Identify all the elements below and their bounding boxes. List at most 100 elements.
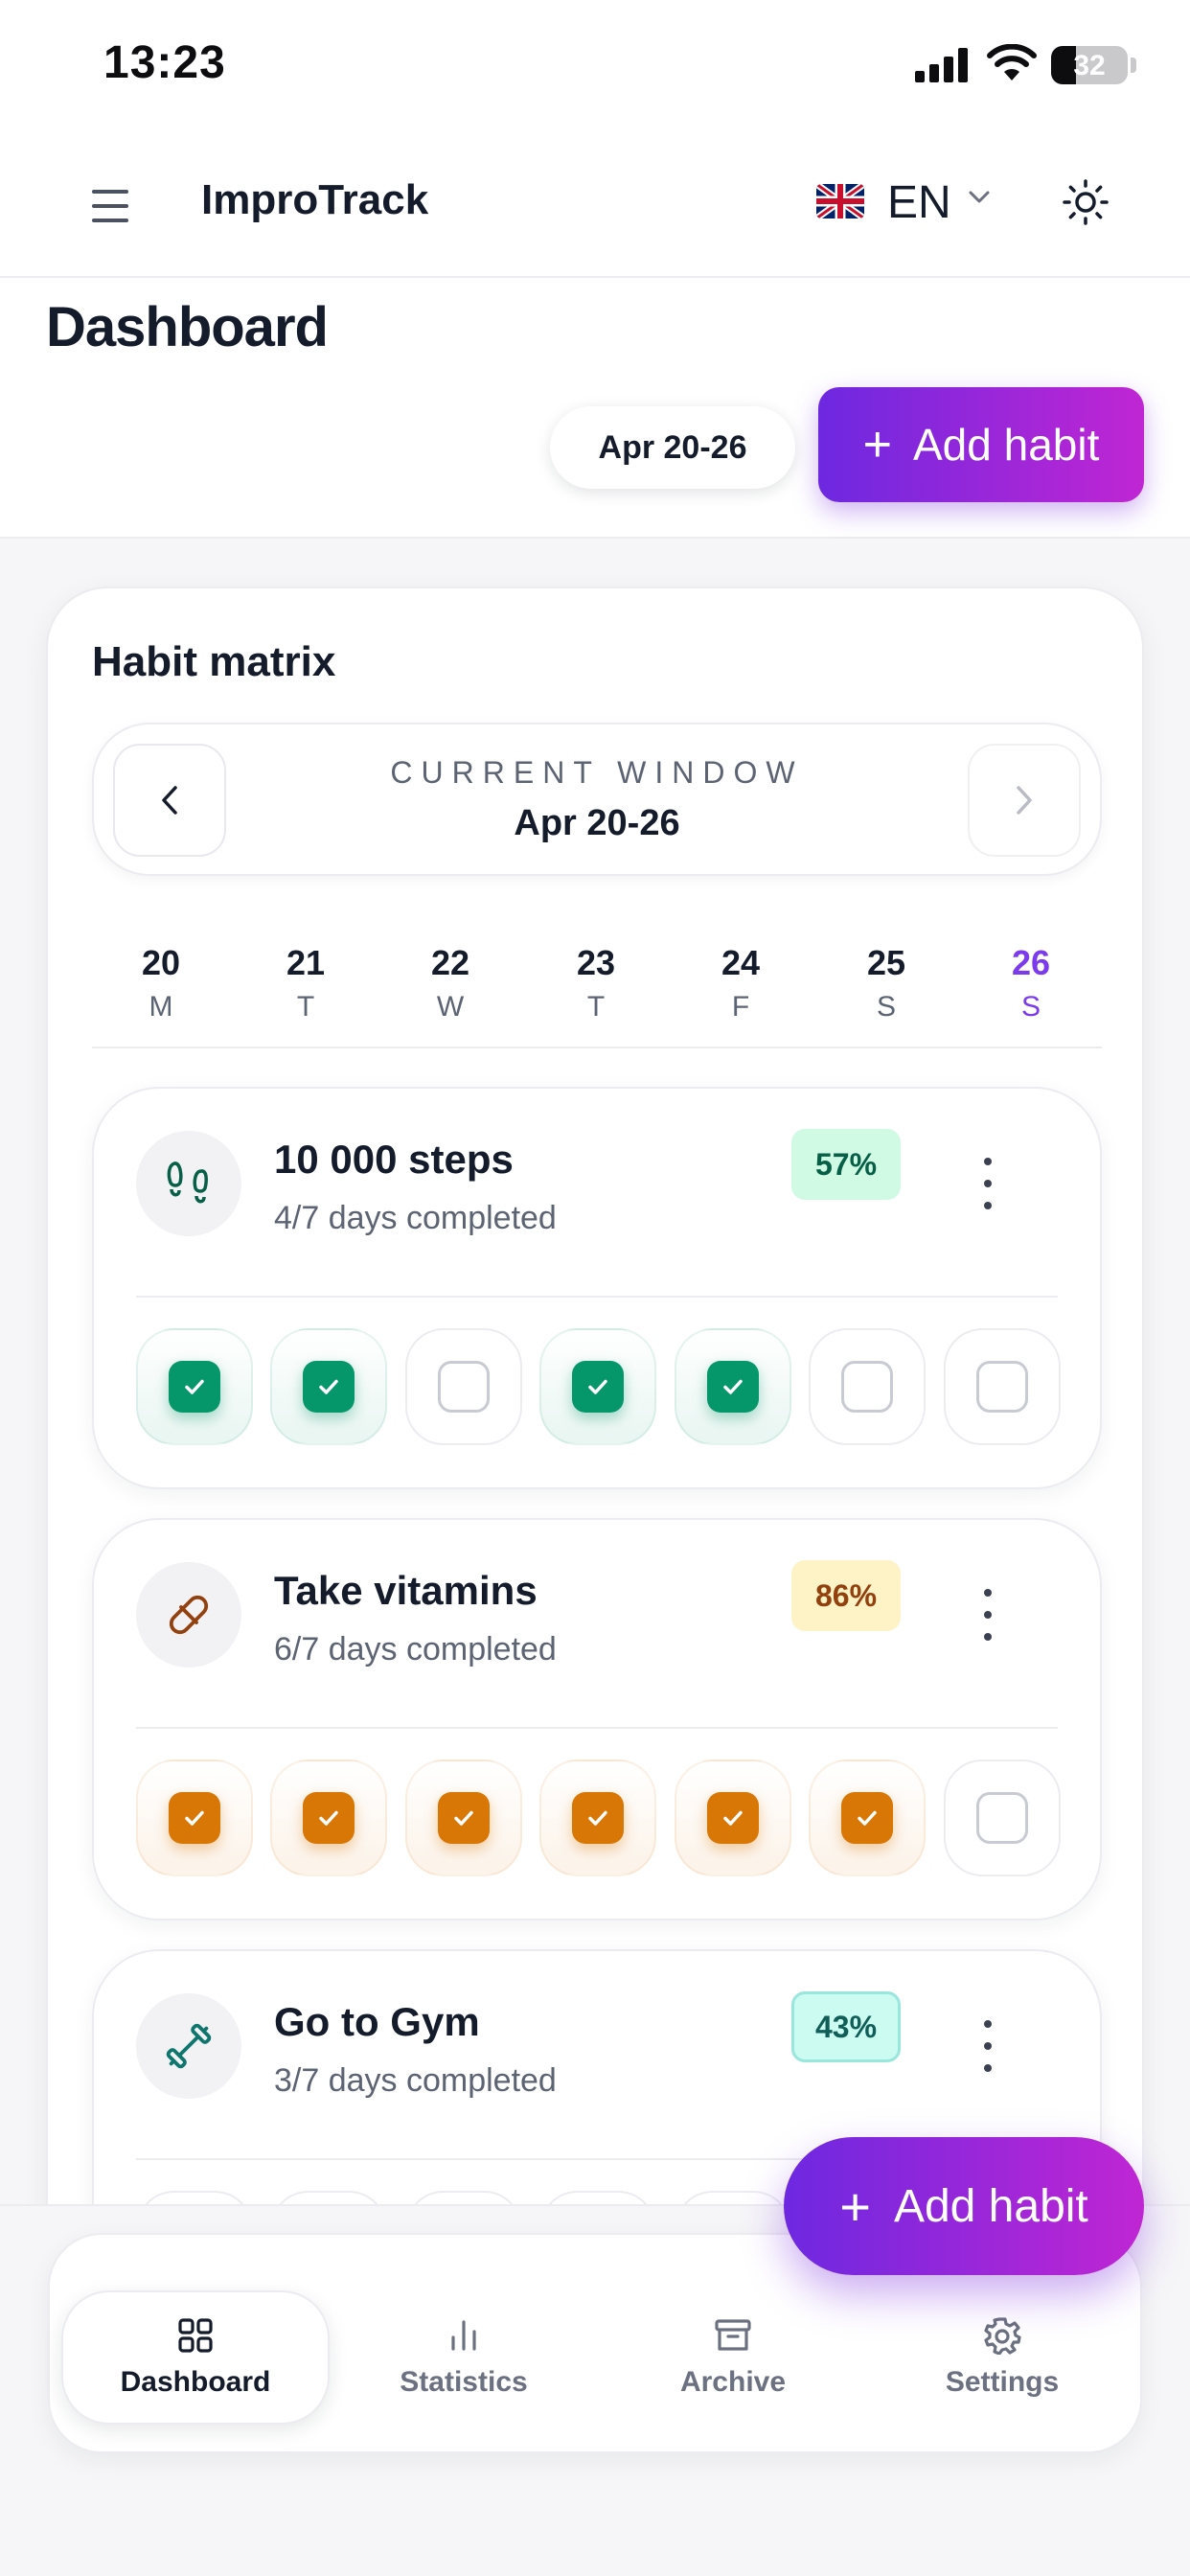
tab-archive[interactable]: Archive bbox=[599, 2290, 867, 2425]
date-range-chip[interactable]: Apr 20-26 bbox=[550, 406, 795, 489]
more-options-icon[interactable] bbox=[973, 2012, 1002, 2080]
empty-checkbox[interactable] bbox=[438, 1361, 490, 1413]
checked-checkbox[interactable] bbox=[303, 1792, 355, 1844]
checkmark-icon bbox=[185, 1810, 204, 1826]
battery-cap bbox=[1131, 58, 1136, 73]
footprints-icon bbox=[136, 1131, 241, 1236]
checkmark-icon bbox=[319, 1810, 338, 1826]
day-check-cell[interactable] bbox=[539, 1328, 656, 1445]
plus-icon: + bbox=[839, 2175, 871, 2237]
tab-settings[interactable]: Settings bbox=[868, 2290, 1136, 2425]
archive-icon bbox=[715, 2319, 751, 2351]
divider bbox=[136, 1727, 1058, 1729]
checkmark-icon bbox=[858, 1810, 877, 1826]
day-number: 22 bbox=[430, 943, 470, 982]
day-check-cell[interactable] bbox=[675, 1760, 791, 1876]
checked-checkbox[interactable] bbox=[169, 1792, 220, 1844]
day-column: 25 S bbox=[819, 943, 953, 1024]
day-check-cell[interactable] bbox=[405, 1760, 522, 1876]
day-check-cell[interactable] bbox=[136, 1760, 253, 1876]
more-options-icon[interactable] bbox=[973, 1150, 1002, 1217]
habit-progress: 3/7 days completed bbox=[274, 2062, 557, 2099]
add-habit-fab[interactable]: + Add habit bbox=[784, 2137, 1144, 2275]
day-check-cell[interactable] bbox=[809, 1760, 926, 1876]
uk-flag-icon[interactable] bbox=[816, 184, 864, 218]
habit-name: 10 000 steps bbox=[274, 1137, 514, 1182]
habit-progress: 6/7 days completed bbox=[274, 1631, 557, 1668]
day-check-cell[interactable] bbox=[944, 1328, 1061, 1445]
habit-percent-badge: 43% bbox=[791, 1991, 901, 2062]
day-number: 20 bbox=[141, 943, 181, 982]
day-check-cell[interactable] bbox=[270, 1328, 387, 1445]
language-selector[interactable]: EN bbox=[887, 176, 951, 229]
day-column: 23 T bbox=[529, 943, 663, 1024]
habit-card: 10 000 steps 4/7 days completed 57% bbox=[92, 1087, 1102, 1489]
grid-icon bbox=[178, 2318, 213, 2353]
day-number: 23 bbox=[576, 943, 616, 982]
habit-name: Take vitamins bbox=[274, 1568, 538, 1613]
day-weekday: W bbox=[436, 991, 465, 1023]
checked-checkbox[interactable] bbox=[707, 1361, 759, 1413]
day-number: 24 bbox=[721, 943, 761, 982]
day-check-cell[interactable] bbox=[405, 1328, 522, 1445]
tab-label: Dashboard bbox=[120, 2366, 271, 2398]
page-title: Dashboard bbox=[46, 296, 329, 358]
day-column: 22 W bbox=[383, 943, 517, 1024]
day-check-cell[interactable] bbox=[270, 1760, 387, 1876]
day-check-cell[interactable] bbox=[809, 1328, 926, 1445]
day-weekday: T bbox=[586, 991, 606, 1023]
window-navigator: CURRENT WINDOW Apr 20-26 bbox=[92, 723, 1102, 876]
next-week-button[interactable] bbox=[968, 744, 1081, 857]
day-number: 21 bbox=[286, 943, 326, 982]
day-weekday: F bbox=[731, 991, 750, 1023]
page-top: Dashboard Apr 20-26 + Add habit bbox=[0, 278, 1190, 539]
checked-checkbox[interactable] bbox=[438, 1792, 490, 1844]
empty-checkbox[interactable] bbox=[976, 1792, 1028, 1844]
more-options-icon[interactable] bbox=[973, 1581, 1002, 1648]
day-check-cell[interactable] bbox=[944, 1760, 1061, 1876]
day-check-cell[interactable] bbox=[539, 1760, 656, 1876]
checked-checkbox[interactable] bbox=[303, 1361, 355, 1413]
day-check-cell[interactable] bbox=[675, 1328, 791, 1445]
day-weekday: S bbox=[1020, 991, 1041, 1023]
habit-percent-badge: 86% bbox=[791, 1560, 901, 1631]
hamburger-menu-icon[interactable] bbox=[86, 184, 134, 228]
checkmark-icon bbox=[588, 1379, 607, 1394]
habit-matrix-card: Habit matrix CURRENT WINDOW Apr 20-26 20… bbox=[46, 586, 1144, 2312]
tab-statistics[interactable]: Statistics bbox=[330, 2290, 598, 2425]
checked-checkbox[interactable] bbox=[572, 1792, 624, 1844]
day-check-cell[interactable] bbox=[136, 1328, 253, 1445]
habit-name: Go to Gym bbox=[274, 1999, 480, 2044]
day-weekday: M bbox=[149, 991, 173, 1023]
checkmark-icon bbox=[723, 1810, 743, 1826]
status-bar: 13:23 32 bbox=[0, 0, 1190, 134]
day-number: 25 bbox=[866, 943, 906, 982]
checked-checkbox[interactable] bbox=[169, 1361, 220, 1413]
habit-matrix-title: Habit matrix bbox=[92, 638, 336, 685]
sun-theme-icon[interactable] bbox=[1062, 178, 1110, 226]
habit-card: Take vitamins 6/7 days completed 86% bbox=[92, 1518, 1102, 1920]
day-column: 20 M bbox=[94, 943, 228, 1024]
empty-checkbox[interactable] bbox=[841, 1361, 893, 1413]
checkmark-icon bbox=[319, 1379, 338, 1394]
add-habit-button[interactable]: + Add habit bbox=[818, 387, 1144, 502]
empty-checkbox[interactable] bbox=[976, 1361, 1028, 1413]
day-column: 24 F bbox=[674, 943, 808, 1024]
checkmark-icon bbox=[185, 1379, 204, 1394]
battery-level: 32 bbox=[1073, 50, 1106, 81]
day-column: 26 S bbox=[964, 943, 1098, 1024]
chevron-down-icon[interactable] bbox=[968, 190, 991, 205]
checked-checkbox[interactable] bbox=[572, 1361, 624, 1413]
status-time: 13:23 bbox=[103, 37, 226, 88]
checkmark-icon bbox=[454, 1810, 473, 1826]
plus-icon: + bbox=[862, 417, 892, 472]
add-habit-label: Add habit bbox=[912, 420, 1100, 470]
tab-label: Archive bbox=[679, 2366, 787, 2398]
tab-dashboard[interactable]: Dashboard bbox=[61, 2290, 330, 2425]
checked-checkbox[interactable] bbox=[841, 1792, 893, 1844]
cellular-signal-icon bbox=[915, 48, 968, 82]
checked-checkbox[interactable] bbox=[707, 1792, 759, 1844]
day-weekday: T bbox=[296, 991, 315, 1023]
current-window-label: CURRENT WINDOW bbox=[390, 755, 804, 790]
app-header: ImproTrack EN bbox=[0, 134, 1190, 278]
